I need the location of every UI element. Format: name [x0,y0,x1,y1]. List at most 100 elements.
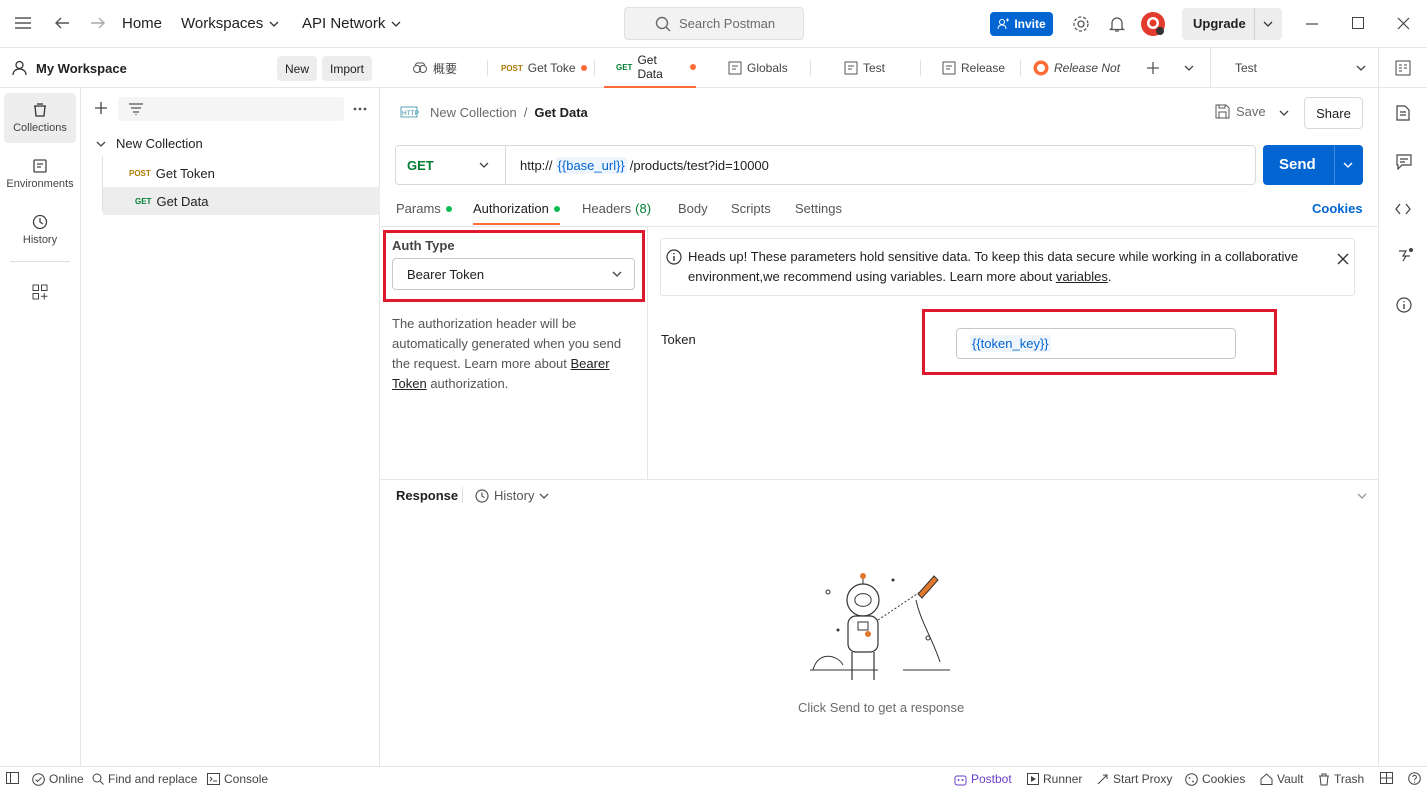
send-dropdown-chevron-icon[interactable] [1343,162,1353,168]
tab-release[interactable]: Release [942,48,1005,88]
unsaved-dot [580,65,587,71]
tab-headers[interactable]: Headers (8) [582,201,651,216]
save-dropdown-chevron-icon[interactable] [1279,110,1289,116]
divider [920,60,921,76]
minimize-icon[interactable] [1306,23,1318,25]
layout-icon[interactable] [1380,772,1393,784]
request-item-get-token[interactable]: POST Get Token [103,159,380,187]
search-bar[interactable]: Search Postman [624,7,804,40]
filter-input[interactable] [118,97,344,121]
vault-label: Vault [1277,772,1304,786]
tab-overview[interactable]: 概要 [412,48,457,88]
tabs-dropdown-chevron-icon[interactable] [1184,65,1194,71]
postbot-button[interactable]: Postbot [954,772,1012,786]
unsaved-dot [690,64,696,70]
upgrade-button[interactable]: Upgrade [1193,16,1246,31]
sidebar-item-collections[interactable]: Collections [4,93,76,143]
tab-authorization[interactable]: Authorization [473,201,560,225]
find-replace-label: Find and replace [108,772,198,786]
collapse-response-chevron-icon[interactable] [1357,493,1367,499]
info-icon[interactable] [1396,297,1412,313]
toggle-sidebar-icon[interactable] [6,772,19,784]
new-tab-plus-icon[interactable] [1146,61,1160,75]
online-status[interactable]: Online [32,772,84,786]
add-icon[interactable] [94,101,108,115]
breadcrumb-parent[interactable]: New Collection [430,105,517,120]
related-collections-icon[interactable] [1396,248,1414,264]
info-icon [666,249,682,265]
tab-label: Release Not [1054,61,1121,75]
vault-button[interactable]: Vault [1260,772,1303,786]
home-link[interactable]: Home [122,15,162,32]
tab-release-notes[interactable]: Release Not [1033,48,1120,88]
tab-settings[interactable]: Settings [795,201,842,216]
online-label: Online [49,772,84,786]
chevron-down-icon [1356,65,1366,71]
tab-get-data[interactable]: GET Get Data [604,48,696,88]
invite-button[interactable]: Invite [990,12,1053,36]
variables-link[interactable]: variables [1056,269,1108,284]
configure-sidebar-icon[interactable] [32,284,48,300]
divider [380,479,1378,480]
proxy-icon [1097,774,1108,784]
user-icon [12,60,27,76]
forward-arrow-icon[interactable] [90,16,106,30]
sidebar-item-label: Collections [13,122,67,134]
cookies-button[interactable]: Cookies [1185,772,1245,786]
workspaces-menu[interactable]: Workspaces [181,15,279,32]
find-replace-button[interactable]: Find and replace [92,772,197,786]
has-content-dot [445,205,452,212]
environment-quick-look-icon[interactable] [1395,60,1411,76]
sidebar-item-environments[interactable]: Environments [4,149,76,199]
tab-label: Authorization [473,201,549,216]
divider [487,60,488,76]
postbot-icon [954,775,967,785]
notifications-bell-icon[interactable] [1109,15,1125,33]
new-button[interactable]: New [277,56,318,81]
comments-icon[interactable] [1396,154,1412,170]
cookie-icon [1185,772,1198,786]
url-variable: {{base_url}} [555,157,627,174]
share-button[interactable]: Share [1304,97,1363,129]
cookies-link[interactable]: Cookies [1312,201,1363,216]
api-network-menu[interactable]: API Network [302,15,401,32]
avatar[interactable] [1140,11,1166,37]
documentation-icon[interactable] [1396,105,1410,121]
request-item-get-data[interactable]: GET Get Data [103,187,380,215]
tab-body[interactable]: Body [678,201,708,216]
close-window-icon[interactable] [1397,17,1410,30]
trash-button[interactable]: Trash [1318,772,1364,786]
menu-icon[interactable] [14,16,32,30]
tab-get-token[interactable]: POST Get Toke [501,48,587,88]
help-icon[interactable] [1408,772,1421,785]
collection-item[interactable]: New Collection [96,136,203,151]
collection-name: New Collection [116,136,203,151]
url-input[interactable]: http:// {{base_url}} /products/test?id=1… [520,157,769,174]
send-button[interactable]: Send [1279,156,1316,173]
tab-globals[interactable]: Globals [728,48,788,88]
divider [462,487,463,503]
console-button[interactable]: Console [207,772,268,786]
workspace-name[interactable]: My Workspace [36,61,127,76]
close-icon[interactable] [1337,253,1349,265]
more-options-icon[interactable] [353,107,367,111]
save-button[interactable]: Save [1215,104,1266,119]
tab-params[interactable]: Params [396,201,452,216]
start-proxy-button[interactable]: Start Proxy [1096,772,1172,786]
maximize-icon[interactable] [1352,17,1364,29]
environment-selector[interactable]: Test [1211,48,1378,88]
upgrade-dropdown-chevron-icon[interactable] [1263,21,1273,27]
runner-button[interactable]: Runner [1027,772,1082,786]
code-icon[interactable] [1395,203,1411,215]
tab-scripts[interactable]: Scripts [731,201,771,216]
save-label: Save [1236,104,1266,119]
import-button[interactable]: Import [322,56,373,81]
sidebar-item-history[interactable]: History [4,205,76,255]
method-select[interactable]: GET [396,146,506,184]
settings-gear-icon[interactable] [1072,15,1090,33]
tab-test[interactable]: Test [844,48,885,88]
history-label: History [494,488,535,503]
page-title[interactable]: Get Data [534,105,587,120]
response-history-menu[interactable]: History [475,488,549,503]
back-arrow-icon[interactable] [54,16,70,30]
